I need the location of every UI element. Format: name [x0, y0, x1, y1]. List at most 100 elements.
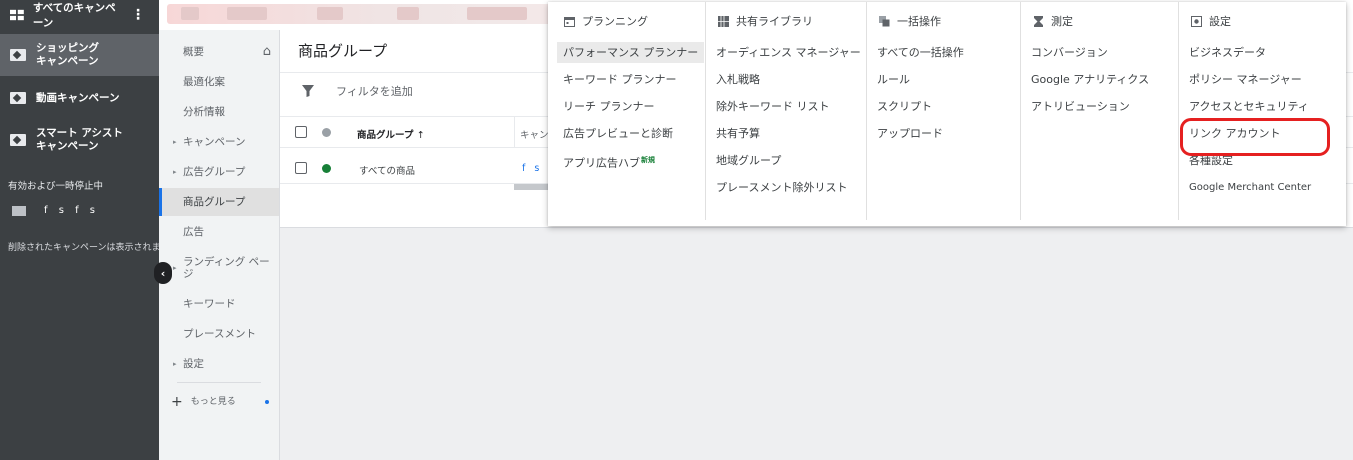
plus-icon: + [171, 394, 183, 410]
nav-item-label: 最適化案 [183, 76, 225, 88]
menu-column-shared-library: 共有ライブラリ オーディエンス マネージャー 入札戦略 除外キーワード リスト … [706, 2, 866, 220]
menu-item-attribution[interactable]: アトリビューション [1025, 96, 1136, 117]
nav-item-label: プレースメント [183, 328, 256, 340]
menu-header-bulk-actions: 一括操作 [879, 13, 941, 29]
campaign-sidebar: すべてのキャンペーン ⋮ ショッピング キャンペーン 動画キャンペーン スマート … [0, 0, 159, 460]
video-icon [10, 92, 26, 104]
nav-divider [177, 382, 261, 383]
copy-icon [879, 15, 890, 26]
nav-item-landing-pages[interactable]: ▸ ランディング ページ [159, 254, 279, 282]
menu-item-bid-strategies[interactable]: 入札戦略 [710, 69, 766, 90]
nav-item-label: ランディング ページ [183, 256, 270, 280]
all-campaigns-header[interactable]: すべてのキャンペーン ⋮ [0, 0, 159, 30]
library-icon [718, 15, 729, 27]
menu-item-rules[interactable]: ルール [871, 69, 916, 90]
collapse-sidebar-button[interactable]: ‹ [154, 262, 172, 284]
campaign-type-smart[interactable]: スマート アシスト キャンペーン [0, 120, 159, 160]
all-campaigns-label: すべてのキャンペーン [32, 2, 116, 29]
menu-item-shared-budgets[interactable]: 共有予算 [710, 123, 766, 144]
select-all-checkbox[interactable] [295, 126, 307, 138]
menu-item-location-groups[interactable]: 地域グループ [710, 150, 787, 171]
nav-item-recommendations[interactable]: 最適化案 [159, 72, 279, 92]
menu-item-google-analytics[interactable]: Google アナリティクス [1025, 69, 1155, 90]
grid-icon [10, 9, 24, 21]
menu-item-ad-preview[interactable]: 広告プレビューと診断 [557, 123, 679, 144]
menu-item-keyword-planner[interactable]: キーワード プランナー [557, 69, 683, 90]
home-icon: ⌂ [262, 44, 271, 59]
caret-right-icon: ▸ [173, 138, 177, 146]
menu-column-settings: 設定 ビジネスデータ ポリシー マネージャー アクセスとセキュリティ リンク ア… [1179, 2, 1346, 220]
nav-item-placements[interactable]: プレースメント [159, 324, 279, 344]
nav-item-ads[interactable]: 広告 [159, 222, 279, 242]
add-filter-label: フィルタを追加 [336, 84, 413, 98]
menu-item-access-security[interactable]: アクセスとセキュリティ [1183, 96, 1315, 117]
menu-item-app-ad-hub[interactable]: アプリ広告ハブ新規 [557, 150, 661, 174]
deleted-campaigns-note: 削除されたキャンペーンは表示されません [8, 243, 159, 253]
nav-item-label: 分析情報 [183, 106, 225, 118]
menu-item-conversions[interactable]: コンバージョン [1025, 42, 1114, 63]
menu-header-shared-library: 共有ライブラリ [718, 13, 813, 29]
menu-item-scripts[interactable]: スクリプト [871, 96, 938, 117]
settings-icon [1191, 15, 1202, 27]
nav-item-label: キャンペーン [183, 136, 246, 148]
menu-header-measurement: 測定 [1033, 13, 1073, 29]
menu-header-settings: 設定 [1191, 13, 1231, 29]
cell-product-group[interactable]: すべての商品 [359, 163, 415, 177]
menu-item-business-data[interactable]: ビジネスデータ [1183, 42, 1272, 63]
menu-item-google-merchant-center[interactable]: Google Merchant Center [1183, 177, 1317, 198]
campaign-item-label: f s f s [44, 205, 99, 216]
col-header-campaign[interactable]: キャン [520, 127, 549, 141]
tools-menu: プランニング パフォーマンス プランナー キーワード プランナー リーチ プラン… [548, 2, 1346, 226]
campaign-type-label: スマート アシスト キャンペーン [36, 127, 123, 152]
nav-item-product-groups[interactable]: 商品グループ [159, 188, 279, 216]
menu-item-policy-manager[interactable]: ポリシー マネージャー [1183, 69, 1308, 90]
filter-icon [302, 84, 314, 97]
caret-right-icon: ▸ [173, 264, 177, 272]
menu-header-planning: プランニング [564, 13, 648, 29]
menu-item-reach-planner[interactable]: リーチ プランナー [557, 96, 661, 117]
more-vert-icon[interactable]: ⋮ [131, 7, 145, 23]
menu-item-placement-exclusion-lists[interactable]: プレースメント除外リスト [710, 177, 853, 198]
nav-item-insights[interactable]: 分析情報 [159, 102, 279, 122]
notification-dot [265, 400, 269, 404]
calendar-icon [564, 16, 575, 27]
nav-item-settings[interactable]: ▸ 設定 [159, 354, 279, 374]
page-nav: 概要 ⌂ 最適化案 分析情報 ▸ キャンペーン ▸ 広告グループ 商品グループ 広告… [159, 30, 280, 460]
nav-item-keywords[interactable]: キーワード [159, 294, 279, 314]
nav-item-overview[interactable]: 概要 ⌂ [159, 42, 279, 62]
menu-item-audience-manager[interactable]: オーディエンス マネージャー [710, 42, 867, 63]
section-active-paused: 有効および一時停止中 [8, 181, 104, 192]
nav-item-label: 商品グループ [183, 196, 246, 208]
row-checkbox[interactable] [295, 162, 307, 174]
caret-right-icon: ▸ [173, 168, 177, 176]
menu-item-all-bulk-actions[interactable]: すべての一括操作 [871, 42, 970, 63]
nav-more[interactable]: + もっと見る [159, 392, 279, 412]
nav-more-label: もっと見る [190, 397, 236, 407]
status-enabled-dot[interactable] [322, 164, 331, 173]
menu-column-measurement: 測定 コンバージョン Google アナリティクス アトリビューション [1021, 2, 1178, 220]
campaign-item[interactable]: f s f s [0, 205, 99, 216]
campaign-type-label: ショッピング キャンペーン [36, 42, 99, 67]
caret-right-icon: ▸ [173, 360, 177, 368]
wand-icon [10, 134, 26, 146]
nav-item-label: 広告グループ [183, 166, 246, 178]
column-divider [514, 116, 515, 148]
col-header-product-group[interactable]: 商品グループ ↑ [357, 127, 425, 141]
tag-icon [10, 49, 26, 61]
menu-item-performance-planner[interactable]: パフォーマンス プランナー [557, 42, 705, 63]
tag-icon [12, 205, 26, 216]
nav-item-label: キーワード [183, 298, 236, 310]
nav-item-label: 概要 [183, 46, 204, 58]
hourglass-icon [1034, 15, 1043, 27]
sort-arrow-icon: ↑ [416, 130, 425, 141]
menu-column-planning: プランニング パフォーマンス プランナー キーワード プランナー リーチ プラン… [548, 2, 705, 220]
menu-item-negative-keyword-lists[interactable]: 除外キーワード リスト [710, 96, 836, 117]
highlight-annotation [1180, 118, 1330, 156]
campaign-type-label: 動画キャンペーン [36, 91, 120, 104]
nav-item-campaigns[interactable]: ▸ キャンペーン [159, 132, 279, 152]
campaign-type-shopping[interactable]: ショッピング キャンペーン [0, 34, 159, 76]
nav-item-ad-groups[interactable]: ▸ 広告グループ [159, 162, 279, 182]
nav-item-label: 広告 [183, 226, 204, 238]
menu-item-uploads[interactable]: アップロード [871, 123, 949, 144]
campaign-type-video[interactable]: 動画キャンペーン [0, 84, 159, 112]
